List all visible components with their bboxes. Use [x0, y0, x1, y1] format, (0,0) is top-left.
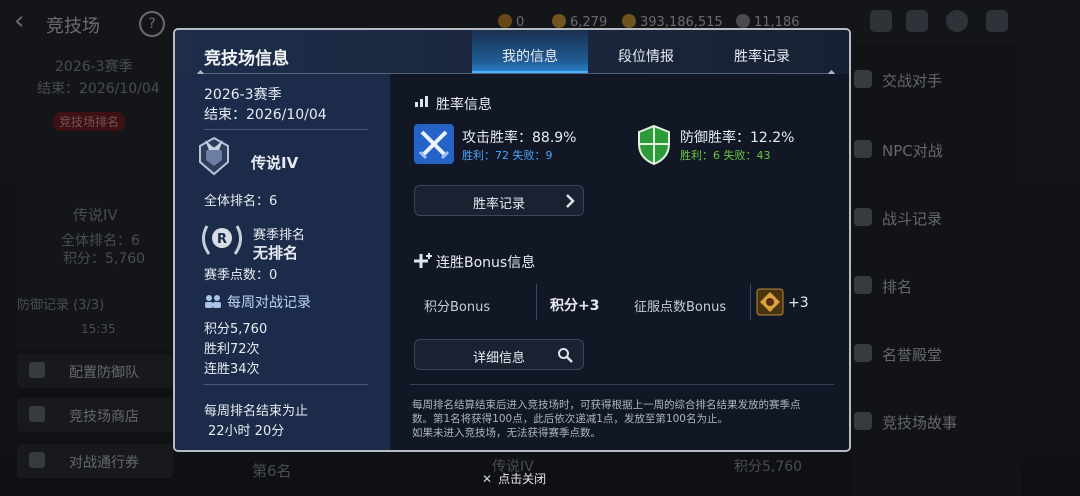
chart-icon	[415, 96, 428, 107]
footnote-line-1: 每周排名结算结束后进入竞技场时，可获得根据上一周的综合排名结果发放的赛季点	[412, 399, 801, 411]
winrate-title: 胜率信息	[436, 97, 492, 113]
weekly-end-label: 每周排名结束为止	[204, 404, 309, 419]
svg-text:R: R	[217, 232, 227, 247]
tab-winrate-record[interactable]: 胜率记录	[704, 30, 820, 74]
modal-header: 竞技场信息 我的信息 段位情报 胜率记录	[175, 30, 849, 74]
overall-rank: 全体排名：6	[204, 194, 278, 209]
divider	[204, 384, 368, 385]
modal-title: 竞技场信息	[204, 49, 289, 69]
weekly-points: 积分5,760	[204, 322, 268, 337]
winrate-record-button[interactable]: 胜率记录	[414, 185, 584, 216]
search-icon	[558, 348, 573, 363]
weekly-wins: 胜利72次	[204, 342, 260, 357]
defense-record: 胜利：6 失败：43	[680, 149, 771, 162]
conquest-bonus-label: 征服点数Bonus	[634, 300, 727, 315]
footnote-line-3: 如果未进入竞技场，无法获得赛季点数。	[412, 427, 601, 439]
divider	[204, 129, 368, 130]
conquest-point-icon	[756, 288, 784, 316]
attack-winrate: 攻击胜率：88.9%	[462, 130, 577, 146]
season-end: 结束：2026/10/04	[204, 107, 327, 123]
tab-tier-info[interactable]: 段位情报	[588, 30, 704, 74]
chevron-right-icon	[566, 194, 575, 208]
divider	[410, 384, 834, 385]
rank-name: 传说IV	[251, 154, 299, 172]
weekly-streak: 连胜34次	[204, 362, 260, 377]
winrate-panel: 胜率信息 攻击胜率：88.9% 胜利：72 失败：9 防御胜率：12.2% 胜利…	[390, 74, 849, 450]
plus-sparkle-icon	[414, 253, 432, 268]
legend-rank-emblem-icon	[199, 136, 229, 176]
conquest-bonus-value: +3	[788, 295, 809, 311]
season-rank-label: 赛季排名	[253, 228, 306, 243]
weekly-record-icon	[205, 295, 221, 308]
points-bonus-label: 积分Bonus	[424, 300, 491, 315]
divider	[750, 284, 751, 320]
season-points: 赛季点数：0	[204, 268, 278, 283]
close-icon: ✕	[482, 472, 493, 486]
close-button[interactable]: ✕ 点击关闭	[482, 470, 546, 487]
attack-record: 胜利：72 失败：9	[462, 149, 553, 162]
season-rank-wreath-icon: R	[202, 225, 242, 255]
arena-info-modal: 竞技场信息 我的信息 段位情报 胜率记录 2026-3赛季 结束：2026/10…	[173, 28, 851, 452]
detail-info-button[interactable]: 详细信息	[414, 339, 584, 370]
defense-winrate: 防御胜率：12.2%	[680, 130, 795, 146]
shield-icon	[638, 124, 670, 166]
points-bonus-value: 积分+3	[550, 298, 600, 314]
weekly-record-title: 每周对战记录	[227, 295, 311, 311]
streak-bonus-title: 连胜Bonus信息	[436, 255, 536, 271]
divider	[536, 284, 537, 320]
tab-my-info[interactable]: 我的信息	[472, 30, 588, 74]
crossed-swords-icon	[414, 124, 454, 164]
footnote-line-2: 数。第1名将获得100点，此后依次递减1点，发放至第100名为止。	[412, 413, 728, 425]
weekly-end-time: 22小时 20分	[208, 424, 285, 439]
season-rank-value: 无排名	[253, 244, 299, 262]
my-info-panel: 2026-3赛季 结束：2026/10/04 传说IV 全体排名：6 R 赛季排…	[175, 74, 390, 450]
season-label: 2026-3赛季	[204, 87, 282, 103]
